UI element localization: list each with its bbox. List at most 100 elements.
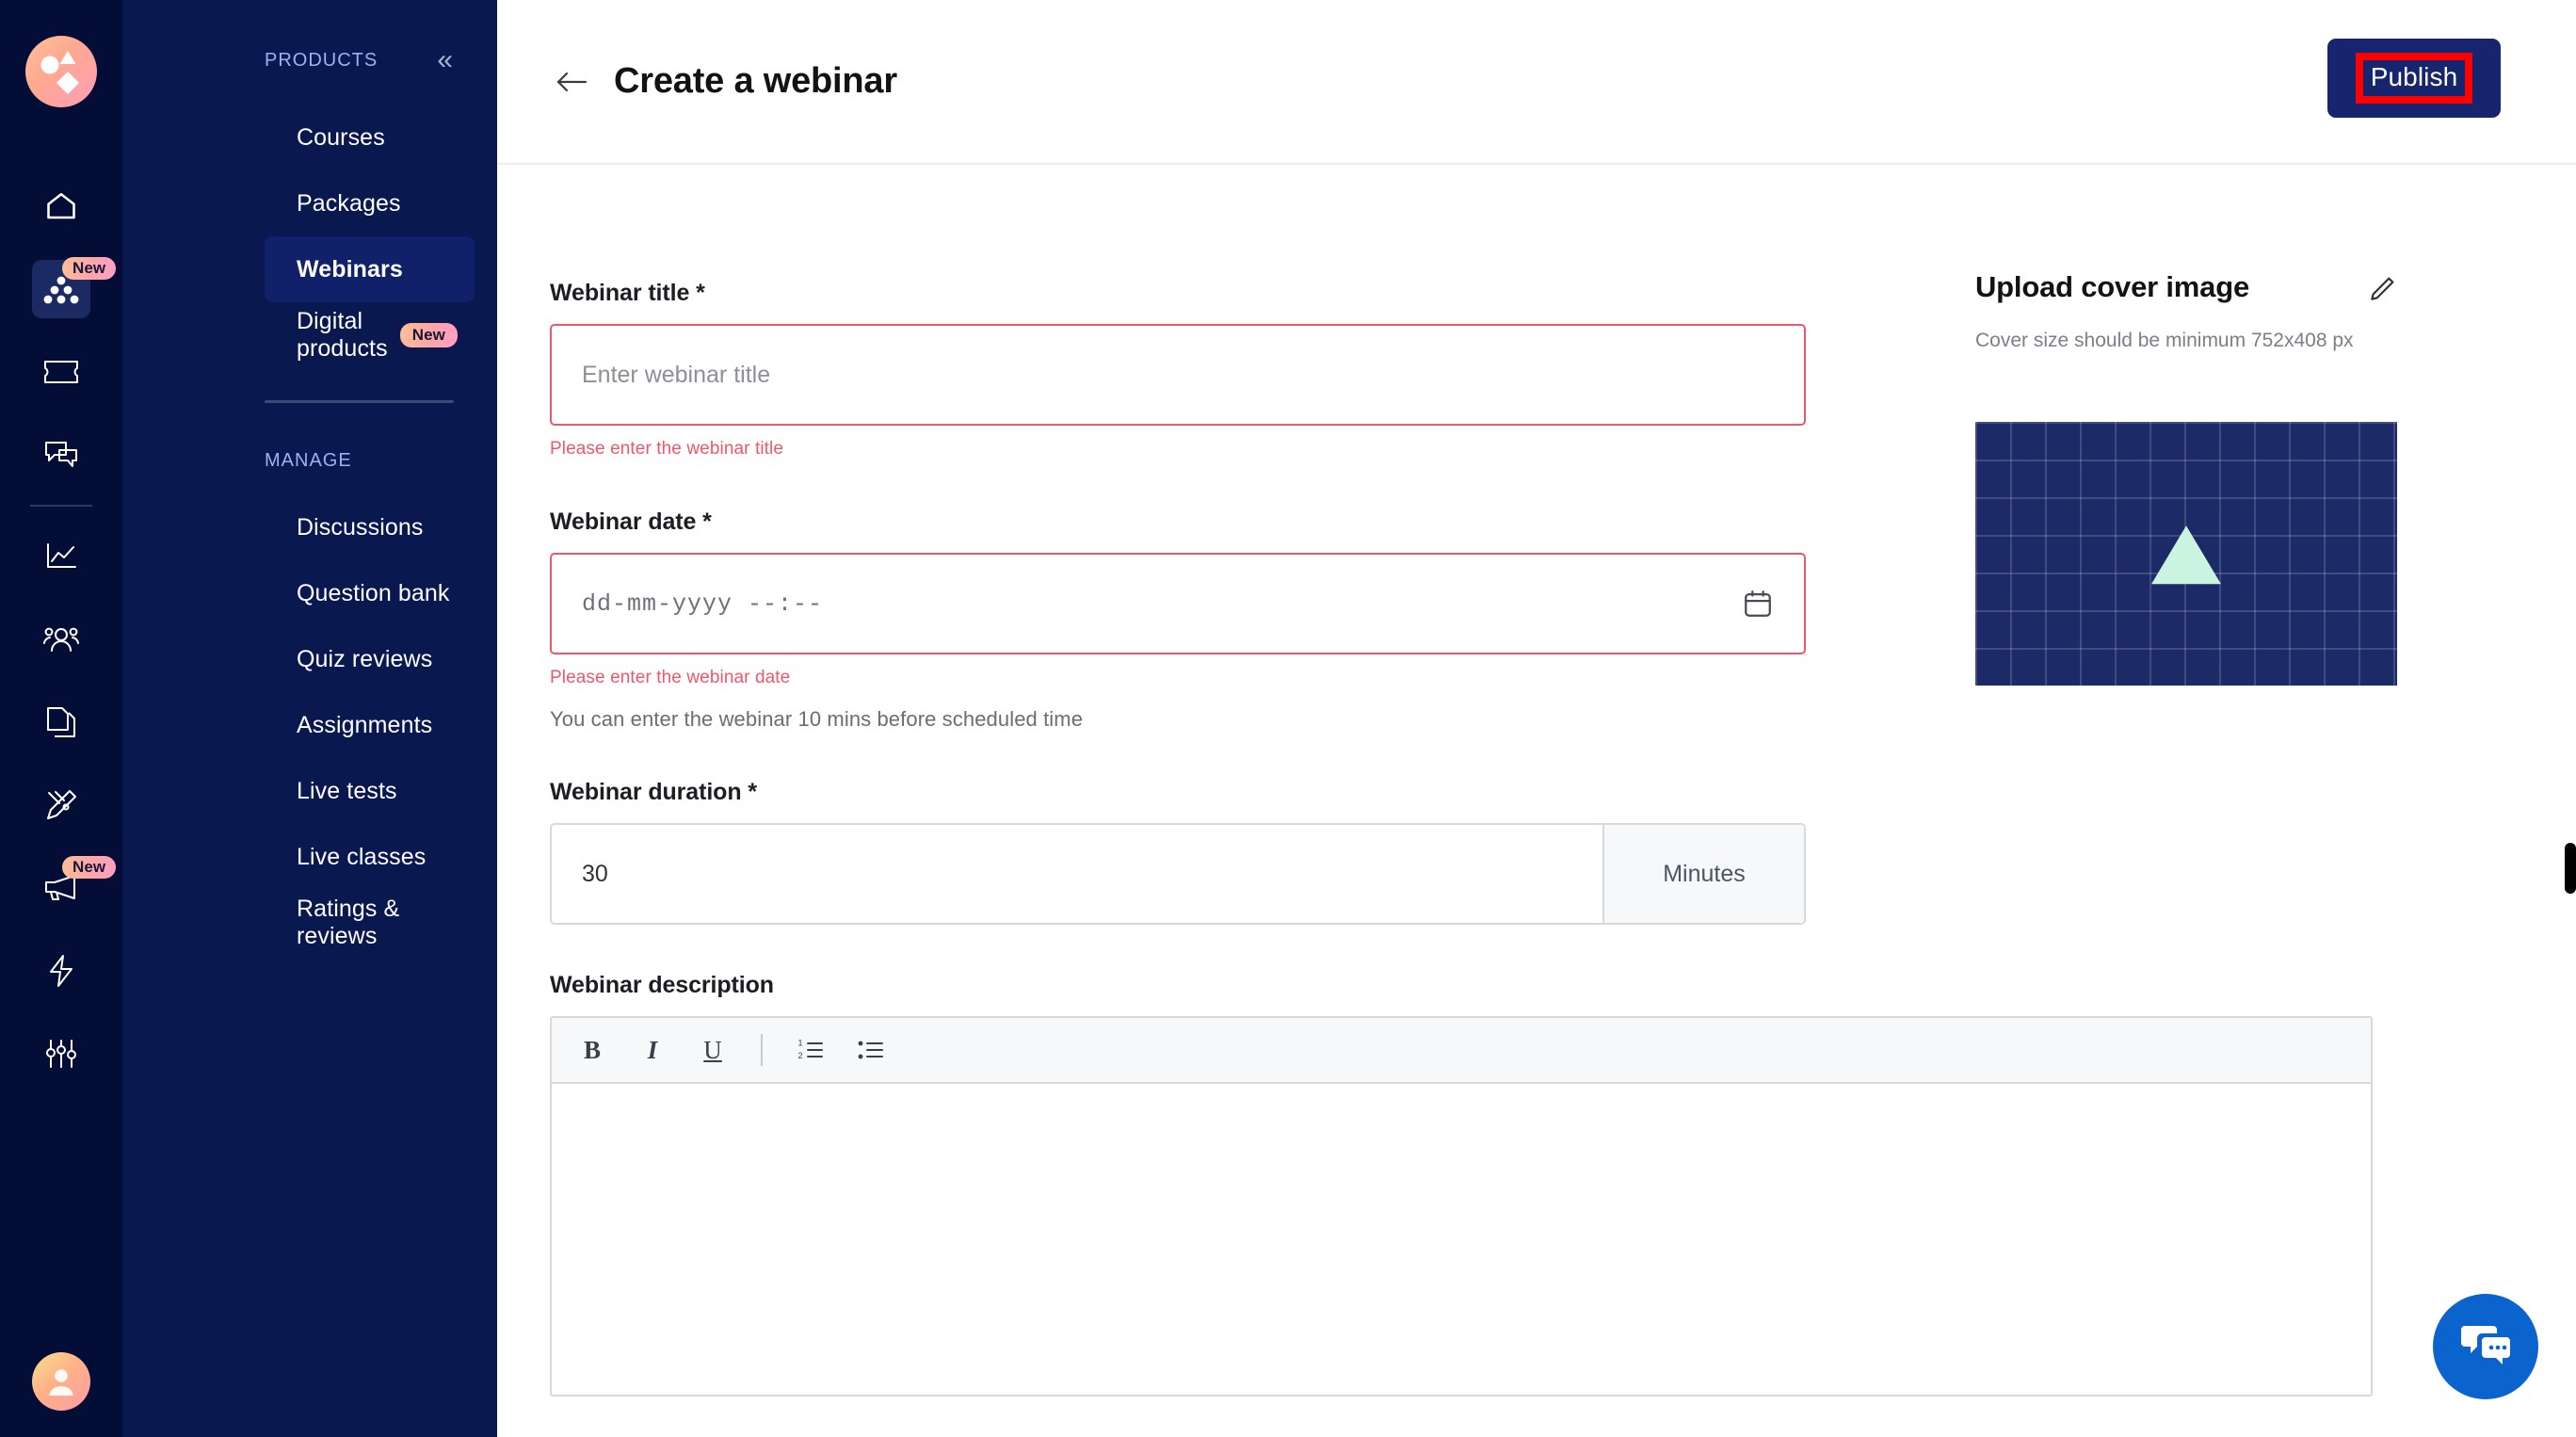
- sidebar-item-label: Quiz reviews: [297, 645, 433, 672]
- lightning-bolt-icon: [32, 942, 90, 1000]
- rail-item-design[interactable]: [0, 764, 122, 847]
- rail-item-products[interactable]: New: [0, 248, 122, 331]
- sidebar-item-live-tests[interactable]: Live tests: [265, 758, 475, 824]
- webinar-duration-control: 30 Minutes: [550, 823, 1806, 925]
- sidebar-item-live-classes[interactable]: Live classes: [265, 824, 475, 890]
- webinar-description-textarea[interactable]: [552, 1084, 2371, 1395]
- rail-item-tickets[interactable]: [0, 331, 122, 413]
- webinar-date-label: Webinar date *: [550, 509, 712, 535]
- chat-support-button[interactable]: [2433, 1294, 2538, 1399]
- ticket-icon: [32, 343, 90, 401]
- rail-item-settings[interactable]: [0, 1012, 122, 1095]
- icon-rail: New New: [0, 0, 122, 1437]
- collapse-sidebar-icon[interactable]: «: [437, 46, 454, 74]
- bold-icon[interactable]: B: [576, 1031, 608, 1069]
- calendar-icon[interactable]: [1742, 588, 1774, 620]
- rail-item-home[interactable]: [0, 165, 122, 248]
- svg-text:1: 1: [798, 1039, 803, 1048]
- sidebar-item-digital-products[interactable]: Digital products New: [265, 302, 475, 368]
- rail-item-list: New New: [0, 165, 122, 1095]
- sidebar-item-label: Ratings & reviews: [297, 896, 400, 949]
- webinar-duration-label: Webinar duration *: [550, 779, 757, 805]
- app-root: New New PRODUCTS « Courses Packages Webi…: [0, 0, 2576, 1437]
- webinar-duration-input[interactable]: 30: [552, 825, 1602, 923]
- home-icon: [32, 177, 90, 235]
- rail-badge-new: New: [62, 257, 117, 280]
- vertical-scrollbar-thumb[interactable]: [2565, 843, 2576, 894]
- sidebar-item-webinars[interactable]: Webinars: [265, 236, 475, 302]
- webinar-title-input[interactable]: Enter webinar title: [550, 324, 1806, 426]
- nav-panel: PRODUCTS « Courses Packages Webinars Dig…: [122, 0, 497, 1437]
- user-avatar[interactable]: [32, 1352, 90, 1411]
- webinar-title-label: Webinar title *: [550, 280, 705, 306]
- cover-header: Upload cover image: [1975, 270, 2397, 309]
- publish-button-label: Publish: [2370, 62, 2458, 91]
- webinar-duration-unit[interactable]: Minutes: [1602, 825, 1804, 923]
- nav-manage-list: Discussions Question bank Quiz reviews A…: [122, 494, 497, 956]
- webinar-form: Webinar title * Enter webinar title Plea…: [550, 165, 2373, 1397]
- webinar-date-placeholder: dd-mm-yyyy --:--: [582, 589, 824, 618]
- webinar-date-hint: You can enter the webinar 10 mins before…: [550, 707, 1084, 731]
- cover-subtitle: Cover size should be minimum 752x408 px: [1975, 330, 2354, 351]
- nav-products-header: PRODUCTS «: [122, 0, 497, 74]
- rail-item-documents[interactable]: [0, 681, 122, 764]
- nav-products-list: Courses Packages Webinars Digital produc…: [122, 105, 497, 368]
- cover-image-preview[interactable]: [1975, 421, 2397, 686]
- rail-item-analytics[interactable]: [0, 515, 122, 598]
- svg-text:2: 2: [798, 1051, 803, 1060]
- pencil-edit-icon[interactable]: [2367, 270, 2397, 309]
- bullet-list-icon[interactable]: [855, 1031, 887, 1069]
- sidebar-item-question-bank[interactable]: Question bank: [265, 560, 475, 626]
- analytics-chart-icon: [32, 527, 90, 586]
- sidebar-item-discussions[interactable]: Discussions: [265, 494, 475, 560]
- sidebar-item-label: Discussions: [297, 513, 424, 541]
- sidebar-item-quiz-reviews[interactable]: Quiz reviews: [265, 626, 475, 692]
- nav-products-heading: PRODUCTS: [265, 49, 378, 71]
- sidebar-item-label: Assignments: [297, 711, 433, 738]
- italic-icon[interactable]: I: [636, 1031, 668, 1069]
- publish-button[interactable]: Publish: [2327, 39, 2501, 118]
- rail-divider: [30, 505, 92, 507]
- chat-bubbles-icon: [32, 426, 90, 484]
- rail-item-discussions[interactable]: [0, 413, 122, 496]
- webinar-date-error: Please enter the webinar date: [550, 668, 791, 687]
- sidebar-item-label: Question bank: [297, 579, 450, 606]
- sidebar-item-label: Digital products: [297, 308, 388, 362]
- toolbar-divider: [761, 1034, 763, 1066]
- page-header: Create a webinar Publish: [497, 0, 2576, 165]
- cover-image-panel: Upload cover image Cover size should be …: [1975, 165, 2418, 686]
- page-title: Create a webinar: [614, 61, 897, 101]
- main-area: Create a webinar Publish Webinar title *…: [497, 0, 2576, 1437]
- publish-annotation-box: Publish: [2355, 53, 2473, 104]
- sidebar-item-assignments[interactable]: Assignments: [265, 692, 475, 758]
- people-icon: [32, 610, 90, 669]
- sidebar-item-label: Webinars: [297, 255, 403, 283]
- nav-manage-heading: MANAGE: [265, 450, 352, 471]
- cover-triangle-shape: [2151, 525, 2221, 584]
- sidebar-item-label: Live classes: [297, 843, 427, 870]
- ordered-list-icon[interactable]: 1 2: [795, 1031, 827, 1069]
- sidebar-item-courses[interactable]: Courses: [265, 105, 475, 170]
- documents-copy-icon: [32, 693, 90, 751]
- sliders-settings-icon: [32, 1025, 90, 1083]
- sidebar-item-label: Live tests: [297, 777, 397, 804]
- editor-toolbar: B I U 1 2: [552, 1018, 2371, 1084]
- rail-item-marketing[interactable]: New: [0, 847, 122, 929]
- webinar-description-editor: B I U 1 2: [550, 1016, 2373, 1397]
- rail-item-learners[interactable]: [0, 598, 122, 681]
- webinar-title-error: Please enter the webinar title: [550, 439, 784, 459]
- webinar-description-label: Webinar description: [550, 972, 774, 998]
- chat-support-icon: [2457, 1318, 2514, 1376]
- webinar-date-input[interactable]: dd-mm-yyyy --:--: [550, 553, 1806, 654]
- sidebar-item-packages[interactable]: Packages: [265, 170, 475, 236]
- sidebar-item-label: Courses: [297, 123, 385, 151]
- webinar-title-placeholder: Enter webinar title: [582, 361, 771, 388]
- underline-icon[interactable]: U: [697, 1031, 729, 1069]
- brand-logo[interactable]: [25, 36, 97, 107]
- arrow-left-icon[interactable]: [552, 62, 591, 102]
- sidebar-badge-new: New: [399, 323, 458, 347]
- rail-badge-new-marketing: New: [62, 856, 117, 879]
- rail-item-automation[interactable]: [0, 929, 122, 1012]
- design-pen-icon: [32, 776, 90, 834]
- sidebar-item-ratings-reviews[interactable]: Ratings & reviews: [265, 890, 475, 956]
